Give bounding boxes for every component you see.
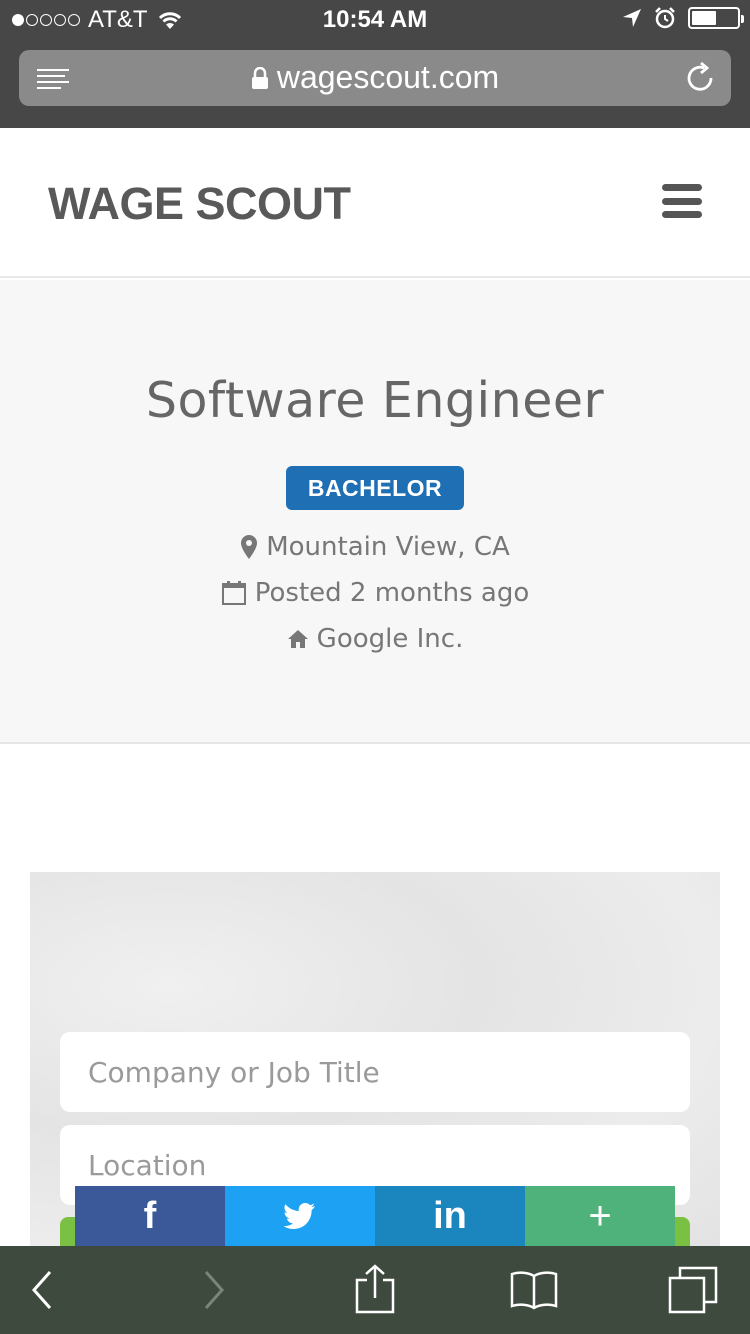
more-share-button[interactable]: + (525, 1186, 675, 1246)
job-company: Google Inc. (0, 624, 750, 654)
job-title: Software Engineer (145, 372, 605, 429)
bookmarks-icon[interactable] (508, 1264, 560, 1316)
site-header: WAGE SCOUT (0, 128, 750, 278)
forward-icon[interactable] (186, 1264, 238, 1316)
browser-toolbar (0, 1246, 750, 1334)
education-badge: BACHELOR (286, 466, 464, 510)
job-summary: Software Engineer BACHELOR Mountain View… (0, 280, 750, 744)
calendar-icon (221, 581, 246, 605)
tabs-icon[interactable] (668, 1264, 720, 1316)
status-bar-right (622, 7, 744, 29)
twitter-share-button[interactable] (225, 1186, 375, 1246)
home-icon (287, 630, 308, 648)
company-job-title-input[interactable] (60, 1032, 690, 1112)
url-text: wagescout.com (276, 59, 500, 95)
twitter-icon (284, 1203, 315, 1229)
battery-icon (688, 7, 744, 29)
back-icon[interactable] (18, 1264, 70, 1316)
location-arrow-icon (623, 9, 641, 27)
job-location-text: Mountain View, CA (266, 532, 510, 562)
facebook-icon: f (143, 1194, 157, 1237)
reload-icon[interactable] (683, 61, 717, 95)
job-posted-text: Posted 2 months ago (254, 578, 530, 608)
address-bar[interactable]: wagescout.com (19, 50, 731, 106)
facebook-share-button[interactable]: f (75, 1186, 225, 1246)
job-posted: Posted 2 months ago (0, 578, 750, 608)
linkedin-icon: in (433, 1194, 467, 1237)
browser-chrome: AT&T 10:54 AM wagescout.com (0, 0, 750, 128)
plus-icon: + (588, 1193, 612, 1238)
share-bar: f in + (75, 1186, 675, 1246)
url-display[interactable]: wagescout.com (19, 59, 731, 96)
alarm-icon (655, 7, 675, 29)
map-pin-icon (241, 535, 258, 559)
hamburger-menu-icon[interactable] (662, 184, 702, 218)
site-logo[interactable]: WAGE SCOUT (48, 178, 351, 230)
job-company-text: Google Inc. (316, 624, 464, 654)
linkedin-share-button[interactable]: in (375, 1186, 525, 1246)
job-location: Mountain View, CA (0, 532, 750, 562)
share-icon[interactable] (349, 1264, 401, 1316)
lock-icon (251, 66, 268, 89)
status-bar: AT&T 10:54 AM (0, 0, 750, 40)
